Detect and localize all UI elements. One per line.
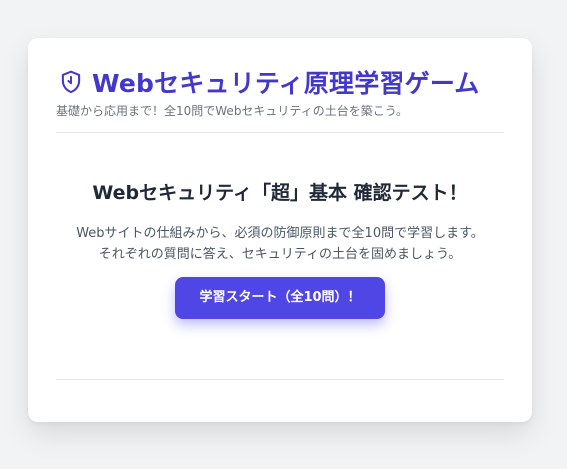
quiz-card: Webセキュリティ原理学習ゲーム 基礎から応用まで！全10問でWebセキュリティ…	[28, 38, 532, 422]
description-line: Webサイトの仕組みから、必須の防御原則まで全10問で学習します。	[76, 226, 484, 241]
app-title: Webセキュリティ原理学習ゲーム	[92, 69, 480, 98]
quiz-title: Webセキュリティ「超」基本 確認テスト！	[92, 182, 468, 204]
divider	[56, 379, 504, 380]
app-subtitle: 基礎から応用まで！全10問でWebセキュリティの土台を築こう。	[56, 104, 408, 118]
divider	[56, 132, 504, 133]
shield-icon	[61, 70, 81, 94]
intro-section: Webセキュリティ「超」基本 確認テスト！ Webサイトの仕組みから、必須の防御…	[28, 178, 532, 319]
start-quiz-button[interactable]: 学習スタート（全10問）！	[175, 277, 385, 319]
description-line: それぞれの質問に答え、セキュリティの土台を固めましょう。	[98, 247, 462, 262]
quiz-description: Webサイトの仕組みから、必須の防御原則まで全10問で学習します。 それぞれの質…	[28, 223, 532, 265]
app-header: Webセキュリティ原理学習ゲーム 基礎から応用まで！全10問でWebセキュリティ…	[56, 64, 504, 119]
title-row: Webセキュリティ原理学習ゲーム	[56, 64, 504, 100]
